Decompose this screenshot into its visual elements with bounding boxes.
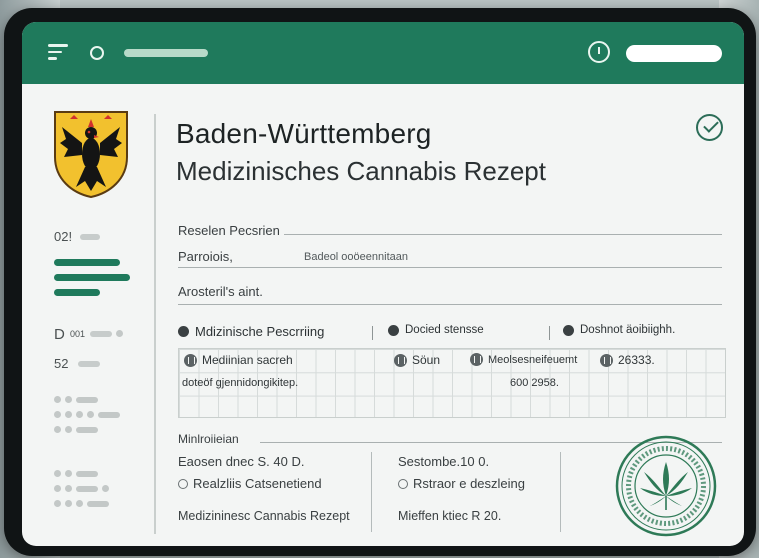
app-title-placeholder (124, 49, 208, 57)
grid-col-1[interactable]: Mediinian sacreh (184, 353, 293, 367)
sidebar-pill-2 (90, 331, 112, 337)
grid-row-value: 600 2958. (510, 377, 559, 389)
lower-divider-1 (371, 452, 372, 532)
bullet-icon (178, 326, 189, 337)
lower-section-title: Minlroiieian (178, 432, 239, 446)
sidebar-label-3: 52 (54, 356, 69, 371)
field-line-2[interactable] (178, 267, 722, 268)
sidebar-item-group-4[interactable] (54, 470, 98, 477)
pill-icon (470, 353, 483, 366)
field-line-1[interactable] (284, 234, 722, 235)
lower-right-footer: Mieffen ktiec R 20. (398, 509, 502, 523)
lower-right-radio[interactable]: Rstraor e deszleing (398, 476, 525, 491)
lower-divider-2 (560, 452, 561, 532)
field-label-2: Parroiois, (178, 249, 233, 264)
pill-icon (184, 353, 197, 367)
bullet-icon (563, 324, 574, 336)
sidebar-item-group-2[interactable] (54, 411, 120, 418)
sidebar-label-2b: 001 (70, 329, 86, 339)
lower-right-line: Sestombe.10 0. (398, 454, 490, 469)
radio-icon[interactable] (398, 479, 408, 489)
page-subtitle: Medizinisches Cannabis Rezept (176, 156, 546, 186)
sidebar-active-bar-2[interactable] (54, 274, 130, 281)
circle-icon[interactable] (90, 46, 104, 60)
sidebar-item-group-3[interactable] (54, 426, 98, 433)
field-value-2: Badeol ooöeennitaan (304, 251, 408, 263)
prescription-section-row: Mdizinische Pescrriing Docied stensse Do… (178, 324, 726, 344)
sidebar-active-bar-3[interactable] (54, 289, 100, 296)
sidebar-pill-3 (78, 361, 100, 367)
bullet-icon (388, 324, 399, 336)
sidebar-item-group-6[interactable] (54, 500, 109, 507)
menu-icon[interactable] (48, 44, 70, 60)
lower-left-radio[interactable]: Realzliis Catsenetiend (178, 476, 322, 491)
cannabis-stamp-icon (615, 435, 717, 537)
sidebar-active-bar-1[interactable] (54, 259, 120, 266)
sidebar-label-1: 02! (54, 229, 73, 244)
top-app-bar (22, 22, 744, 84)
field-line-3[interactable] (178, 304, 722, 305)
page-title: Baden-Württemberg (176, 118, 432, 149)
pill-icon (394, 353, 407, 367)
sidebar-item-group-1[interactable] (54, 396, 98, 403)
sidebar-item-group-5[interactable] (54, 485, 109, 492)
section-item-2[interactable]: Docied stensse (388, 324, 484, 336)
power-icon[interactable] (588, 41, 610, 63)
grid-col-3[interactable]: Meolsesneifeuemt (470, 353, 577, 366)
sidebar-divider (154, 114, 156, 534)
sidebar-pill-1 (80, 234, 100, 240)
tablet-screen: 02! D 001 52 Baden-Württemberg Medizinis… (22, 22, 744, 546)
pill-icon (600, 353, 613, 367)
tablet-device: 02! D 001 52 Baden-Württemberg Medizinis… (4, 8, 756, 556)
field-label-3: Arosteril's aint. (178, 284, 263, 299)
section-item-1[interactable]: Mdizinische Pescrriing (178, 324, 324, 339)
lower-left-line: Eaosen dnec S. 40 D. (178, 454, 305, 469)
section-separator-1 (372, 326, 373, 340)
lower-left-footer: Medizininesc Cannabis Rezept (178, 509, 350, 523)
account-button[interactable] (626, 45, 722, 62)
section-item-3[interactable]: Doshnot äoibiighh. (563, 324, 675, 336)
sidebar-label-2: D (54, 326, 65, 343)
field-label-1: Reselen Pecsrien (178, 223, 280, 238)
grid-col-4[interactable]: 26333. (600, 353, 655, 367)
grid-row-1: doteöf gjennidongikitep. (182, 377, 299, 389)
radio-icon[interactable] (178, 479, 188, 489)
grid-col-2[interactable]: Söun (394, 353, 440, 367)
check-icon[interactable] (696, 114, 723, 141)
section-separator-2 (549, 326, 550, 340)
sidebar-dot-2 (116, 330, 123, 337)
coat-of-arms-icon (54, 111, 128, 199)
